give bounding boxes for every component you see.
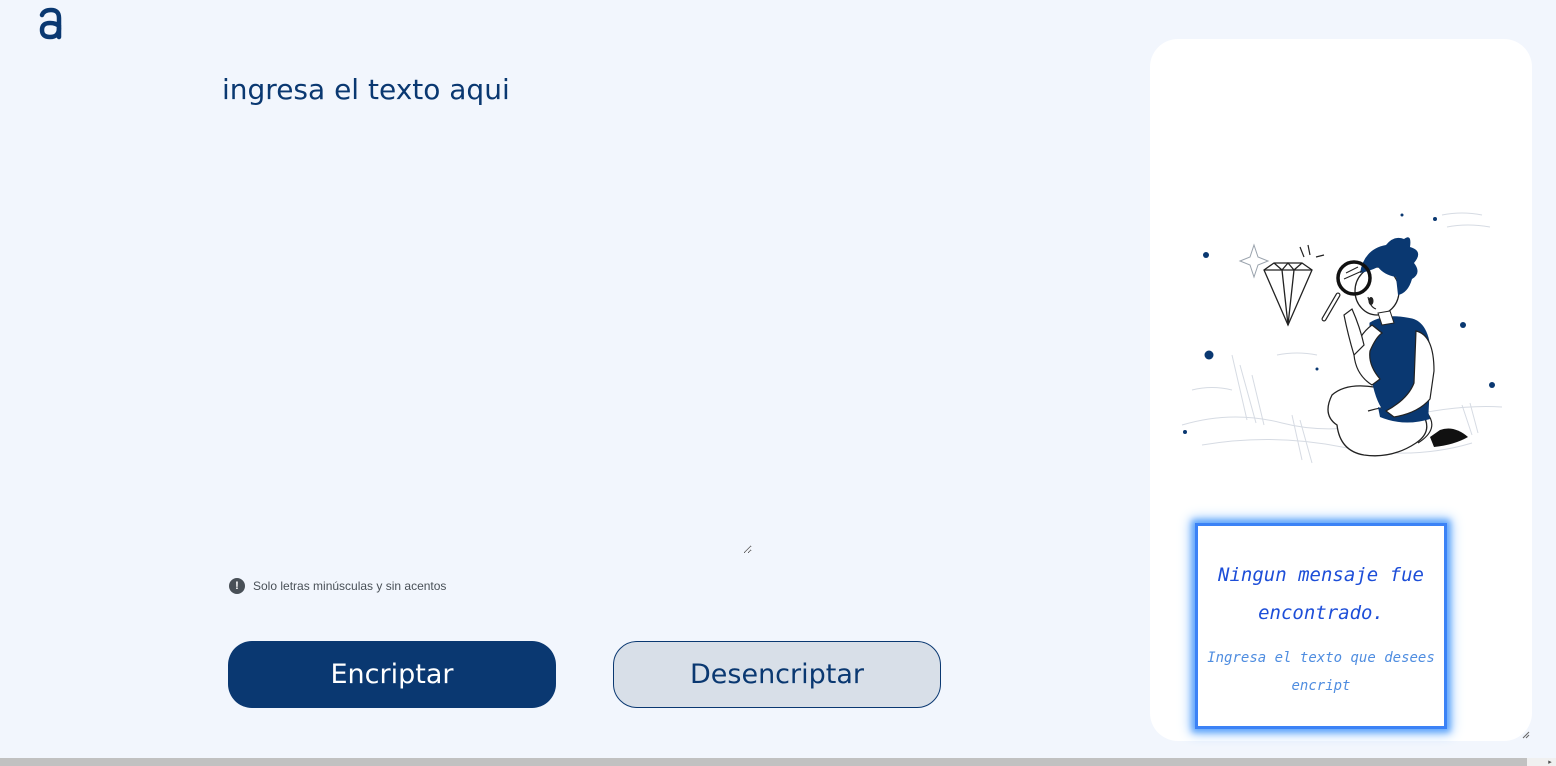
encrypt-button[interactable]: Encriptar [228, 641, 556, 708]
input-hint: ! Solo letras minúsculas y sin acentos [229, 578, 446, 594]
decrypt-button[interactable]: Desencriptar [613, 641, 941, 708]
alura-logo-icon [39, 7, 62, 40]
output-panel: Ningun mensaje fue encontrado. Ingresa e… [1150, 39, 1532, 741]
scrollbar-thumb[interactable] [0, 758, 1527, 766]
person-with-magnifying-glass-illustration [1181, 212, 1503, 464]
scroll-right-arrow-icon[interactable]: ▸ [1546, 758, 1554, 766]
horizontal-scrollbar[interactable]: ▸ [0, 758, 1556, 766]
empty-message-box: Ningun mensaje fue encontrado. Ingresa e… [1195, 523, 1447, 729]
exclamation-circle-icon: ! [229, 578, 245, 594]
empty-message-subtitle: Ingresa el texto que desees encript [1207, 650, 1435, 694]
resize-handle-icon[interactable] [1520, 729, 1530, 739]
hint-text: Solo letras minúsculas y sin acentos [253, 579, 447, 593]
message-input[interactable] [222, 72, 752, 554]
empty-message-title: Ningun mensaje fue encontrado. [1218, 564, 1424, 624]
